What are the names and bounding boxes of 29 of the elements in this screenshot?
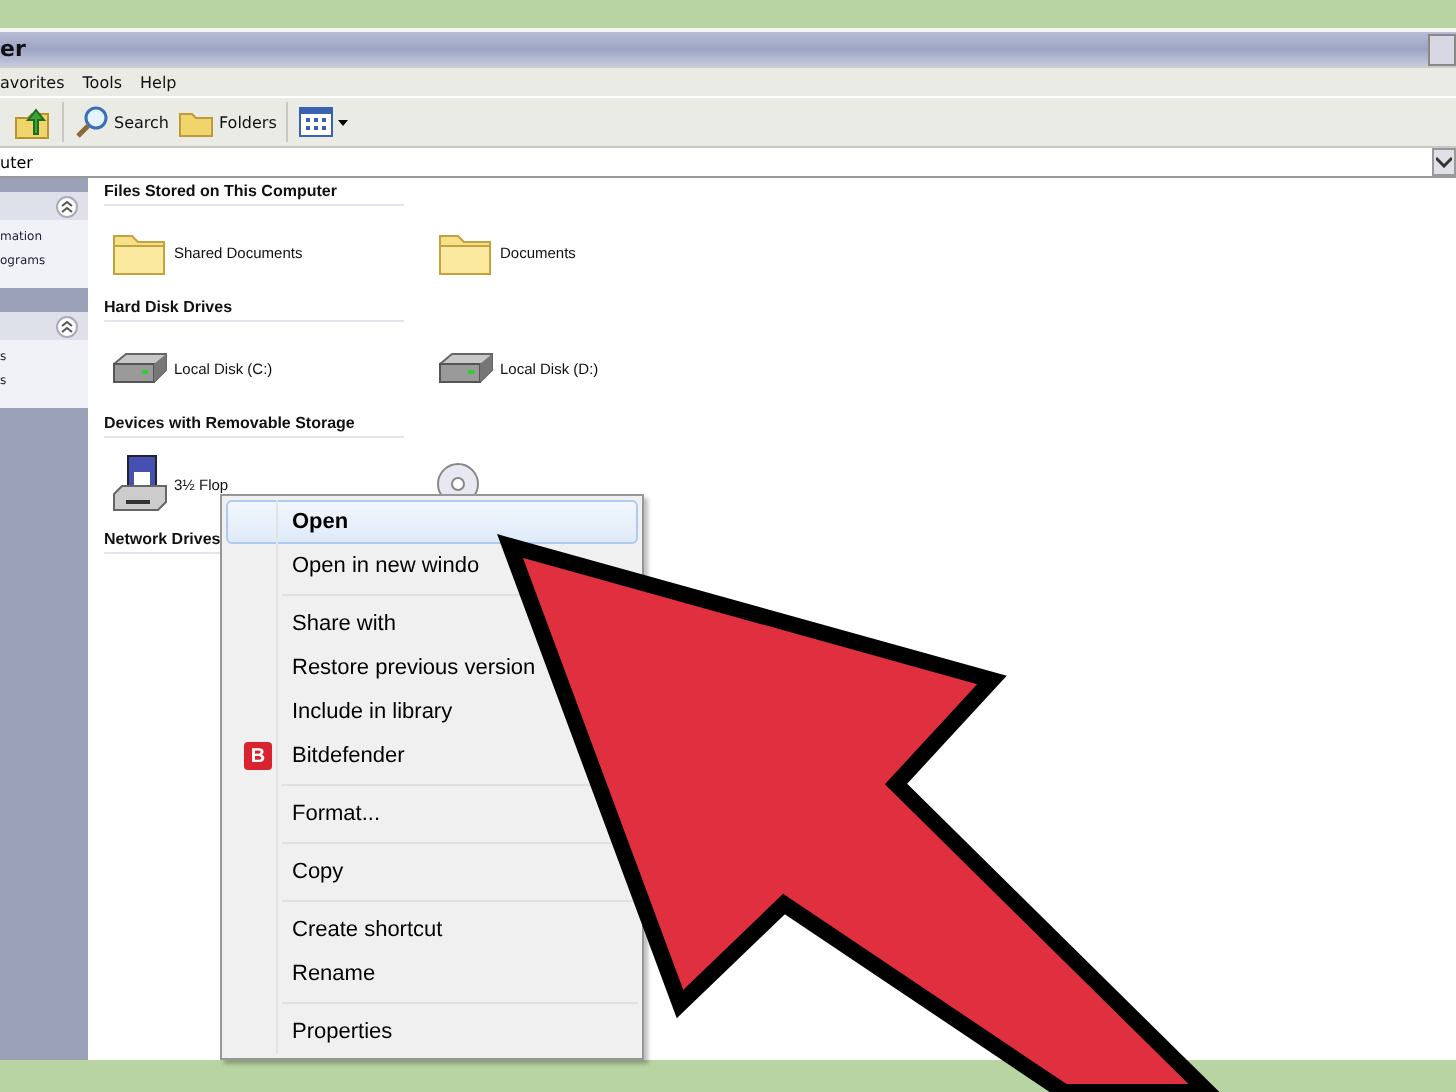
menu-item[interactable]: Include in library (288, 700, 453, 724)
floppy-drive-icon[interactable] (110, 454, 170, 514)
menu-item[interactable]: Properties (288, 1020, 393, 1044)
collapse-icon[interactable] (56, 195, 78, 217)
menu-item[interactable]: Copy (288, 860, 344, 884)
chevron-down-icon (1436, 156, 1452, 168)
menu-item[interactable]: Tools (82, 73, 122, 91)
menu-item[interactable]: Open in new windo (288, 554, 480, 578)
section-heading: Devices with Removable Storage (104, 414, 404, 438)
search-icon (74, 104, 110, 140)
menu-item[interactable]: Rename (288, 962, 376, 986)
collapse-icon[interactable] (56, 315, 78, 337)
menu-item[interactable]: Help (140, 73, 177, 91)
menu-item[interactable]: Format... (288, 802, 381, 826)
address-field[interactable]: uter (0, 148, 1456, 178)
menu-item[interactable]: Create shortcut (288, 918, 443, 942)
menu-item[interactable]: Share with (288, 612, 396, 636)
menu-item[interactable]: Restore previous version (288, 656, 536, 680)
search-button[interactable]: Search (74, 104, 169, 140)
menu-item[interactable]: avorites (0, 73, 65, 91)
folders-button[interactable]: Folders (178, 104, 277, 140)
window-title: er (0, 36, 26, 62)
views-icon[interactable] (298, 104, 351, 140)
section-heading: Hard Disk Drives (104, 298, 404, 322)
section-heading: Files Stored on This Computer (104, 182, 404, 206)
menu-item[interactable]: Open (226, 500, 638, 544)
dropdown-button[interactable] (1432, 148, 1456, 176)
logo-icon: B (244, 742, 272, 770)
menu-item[interactable]: Bitdefender (288, 744, 405, 768)
